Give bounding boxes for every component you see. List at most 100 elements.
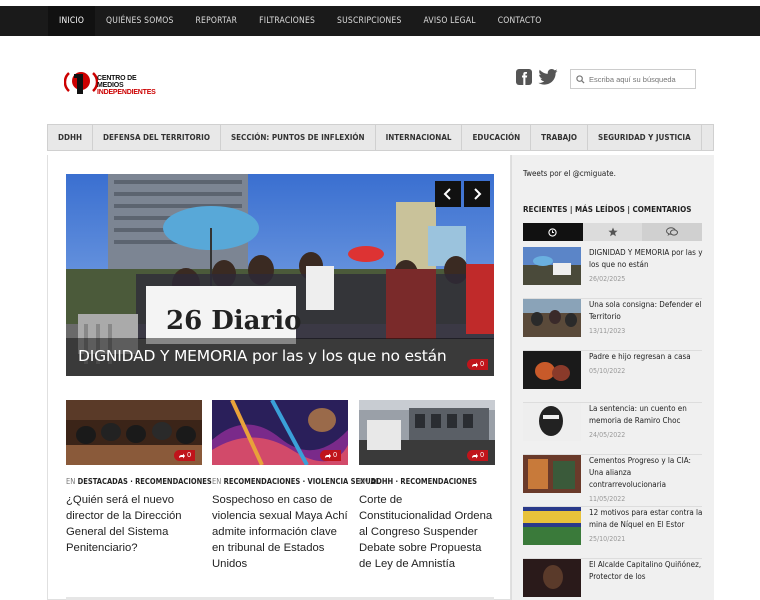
cat-puntos-inflexion[interactable]: SECCIÓN: PUNTOS DE INFLEXIÓN bbox=[221, 125, 376, 150]
slider-next-button[interactable] bbox=[464, 181, 490, 207]
sidebar-tabs bbox=[523, 223, 703, 241]
search-box[interactable] bbox=[570, 69, 696, 89]
twitter-icon[interactable] bbox=[538, 69, 558, 85]
list-item[interactable]: Padre e hijo regresan a casa 05/10/2022 bbox=[523, 351, 702, 403]
category-links[interactable]: RECOMENDACIONES · VIOLENCIA SEXUAL bbox=[224, 477, 380, 486]
category-prefix: EN bbox=[359, 477, 369, 486]
post-date: 13/11/2023 bbox=[589, 327, 626, 335]
list-item[interactable]: El Alcalde Capitalino Quiñónez, Protecto… bbox=[523, 559, 702, 600]
comment-arrow-icon bbox=[179, 453, 186, 458]
main-content: 26 Diario DIGNIDAD Y MEMORIA por las y l… bbox=[47, 155, 511, 600]
tweets-link[interactable]: Tweets por el @cmiguate. bbox=[523, 169, 616, 178]
chevron-right-icon bbox=[474, 188, 482, 200]
post-thumbnail[interactable] bbox=[523, 507, 581, 545]
card-comment-count: 0 bbox=[187, 452, 191, 459]
search-icon bbox=[576, 74, 585, 84]
post-title[interactable]: Una sola consigna: Defender el Territori… bbox=[589, 299, 703, 323]
cat-seguridad-justicia[interactable]: SEGURIDAD Y JUSTICIA bbox=[588, 125, 702, 150]
card-comment-count: 0 bbox=[480, 452, 484, 459]
site-header: CENTRO DE MEDIOS INDEPENDIENTES bbox=[0, 36, 760, 124]
article-title[interactable]: ¿Quién será el nuevo director de la Dire… bbox=[66, 492, 202, 556]
post-title[interactable]: 12 motivos para estar contra la mina de … bbox=[589, 507, 703, 531]
facebook-icon[interactable] bbox=[516, 69, 532, 85]
cat-trabajo[interactable]: TRABAJO bbox=[531, 125, 589, 150]
category-links[interactable]: DESTACADAS · RECOMENDACIONES bbox=[78, 477, 212, 486]
post-image bbox=[523, 507, 581, 545]
post-image bbox=[523, 247, 581, 285]
post-title[interactable]: La sentencia: un cuento en memoria de Ra… bbox=[589, 403, 703, 427]
article-card[interactable]: 0 EN DESTACADAS · RECOMENDACIONES ¿Quién… bbox=[66, 400, 212, 556]
post-thumbnail[interactable] bbox=[523, 403, 581, 441]
post-image bbox=[523, 351, 581, 389]
topnav-suscripciones[interactable]: SUSCRIPCIONES bbox=[326, 6, 412, 36]
article-thumbnail[interactable]: 0 bbox=[212, 400, 348, 465]
post-date: 11/05/2022 bbox=[589, 495, 626, 503]
tab-recientes[interactable] bbox=[523, 223, 583, 241]
recent-posts-list: DIGNIDAD Y MEMORIA por las y los que no … bbox=[523, 247, 702, 600]
comment-arrow-icon bbox=[472, 453, 479, 458]
post-title[interactable]: Padre e hijo regresan a casa bbox=[589, 351, 703, 363]
article-thumbnail[interactable]: 0 bbox=[359, 400, 495, 465]
post-title[interactable]: DIGNIDAD Y MEMORIA por las y los que no … bbox=[589, 247, 703, 271]
clock-icon bbox=[548, 227, 557, 237]
comment-count-badge[interactable]: 0 bbox=[467, 359, 488, 370]
comment-count-badge[interactable]: 0 bbox=[467, 450, 488, 461]
post-thumbnail[interactable] bbox=[523, 559, 581, 597]
topnav-aviso-legal[interactable]: AVISO LEGAL bbox=[413, 6, 487, 36]
post-thumbnail[interactable] bbox=[523, 455, 581, 493]
site-logo[interactable]: CENTRO DE MEDIOS INDEPENDIENTES bbox=[64, 68, 164, 96]
cat-ddhh[interactable]: DDHH bbox=[48, 125, 93, 150]
comment-count-badge[interactable]: 0 bbox=[320, 450, 341, 461]
list-item[interactable]: Cementos Progreso y la CIA: Una alianza … bbox=[523, 455, 702, 507]
article-title[interactable]: Sospechoso en caso de violencia sexual M… bbox=[212, 492, 348, 572]
card-comment-count: 0 bbox=[333, 452, 337, 459]
hero-caption[interactable]: DIGNIDAD Y MEMORIA por las y los que no … bbox=[66, 338, 494, 376]
hero-title[interactable]: DIGNIDAD Y MEMORIA por las y los que no … bbox=[78, 347, 447, 365]
sidebar: Tweets por el @cmiguate. RECIENTES | MÁS… bbox=[511, 155, 714, 600]
comment-count-badge[interactable]: 0 bbox=[174, 450, 195, 461]
tab-comentarios[interactable] bbox=[642, 223, 703, 241]
post-image bbox=[523, 455, 581, 493]
category-prefix: EN bbox=[66, 477, 76, 486]
post-title[interactable]: El Alcalde Capitalino Quiñónez, Protecto… bbox=[589, 559, 703, 583]
article-categories[interactable]: EN DESTACADAS · RECOMENDACIONES bbox=[66, 477, 212, 486]
slider-prev-button[interactable] bbox=[435, 181, 461, 207]
topnav-reportar[interactable]: REPORTAR bbox=[185, 6, 249, 36]
post-thumbnail[interactable] bbox=[523, 299, 581, 337]
article-categories[interactable]: EN DDHH · RECOMENDACIONES bbox=[359, 477, 495, 486]
post-date: 24/05/2022 bbox=[589, 431, 626, 439]
post-title[interactable]: Cementos Progreso y la CIA: Una alianza … bbox=[589, 455, 703, 491]
list-item[interactable]: La sentencia: un cuento en memoria de Ra… bbox=[523, 403, 702, 455]
featured-slider[interactable]: 26 Diario DIGNIDAD Y MEMORIA por las y l… bbox=[66, 174, 494, 376]
post-thumbnail[interactable] bbox=[523, 351, 581, 389]
chevron-left-icon bbox=[443, 188, 451, 200]
category-navigation: DDHH DEFENSA DEL TERRITORIO SECCIÓN: PUN… bbox=[47, 124, 714, 151]
logo-line-2: INDEPENDIENTES bbox=[97, 89, 156, 96]
comment-arrow-icon bbox=[472, 362, 479, 367]
category-links[interactable]: DDHH · RECOMENDACIONES bbox=[371, 477, 477, 486]
list-item[interactable]: DIGNIDAD Y MEMORIA por las y los que no … bbox=[523, 247, 702, 299]
logo-line-1: CENTRO DE MEDIOS bbox=[97, 75, 137, 89]
chat-bubbles-icon bbox=[666, 227, 679, 236]
article-title[interactable]: Corte de Constitucionalidad Ordena al Co… bbox=[359, 492, 495, 572]
post-date: 05/10/2022 bbox=[589, 367, 626, 375]
post-thumbnail[interactable] bbox=[523, 247, 581, 285]
cat-defensa-territorio[interactable]: DEFENSA DEL TERRITORIO bbox=[93, 125, 221, 150]
topnav-quienes-somos[interactable]: QUIÉNES SOMOS bbox=[95, 6, 184, 36]
cat-internacional[interactable]: INTERNACIONAL bbox=[376, 125, 463, 150]
list-item[interactable]: 12 motivos para estar contra la mina de … bbox=[523, 507, 702, 559]
topnav-inicio[interactable]: INICIO bbox=[48, 6, 96, 36]
top-navigation: INICIO QUIÉNES SOMOS REPORTAR FILTRACION… bbox=[0, 6, 760, 36]
article-thumbnail[interactable]: 0 bbox=[66, 400, 202, 465]
cat-educacion[interactable]: EDUCACIÓN bbox=[462, 125, 532, 150]
list-item[interactable]: Una sola consigna: Defender el Territori… bbox=[523, 299, 702, 351]
topnav-contacto[interactable]: CONTACTO bbox=[487, 6, 553, 36]
article-card[interactable]: 0 EN DDHH · RECOMENDACIONES Corte de Con… bbox=[359, 400, 495, 572]
topnav-filtraciones[interactable]: FILTRACIONES bbox=[248, 6, 326, 36]
post-date: 25/10/2021 bbox=[589, 535, 626, 543]
search-input[interactable] bbox=[589, 74, 694, 84]
tab-mas-leidos[interactable] bbox=[582, 223, 643, 241]
article-categories[interactable]: EN RECOMENDACIONES · VIOLENCIA SEXUAL bbox=[212, 477, 380, 486]
article-card[interactable]: 0 EN RECOMENDACIONES · VIOLENCIA SEXUAL … bbox=[212, 400, 380, 572]
logo-mark-icon bbox=[64, 72, 98, 94]
